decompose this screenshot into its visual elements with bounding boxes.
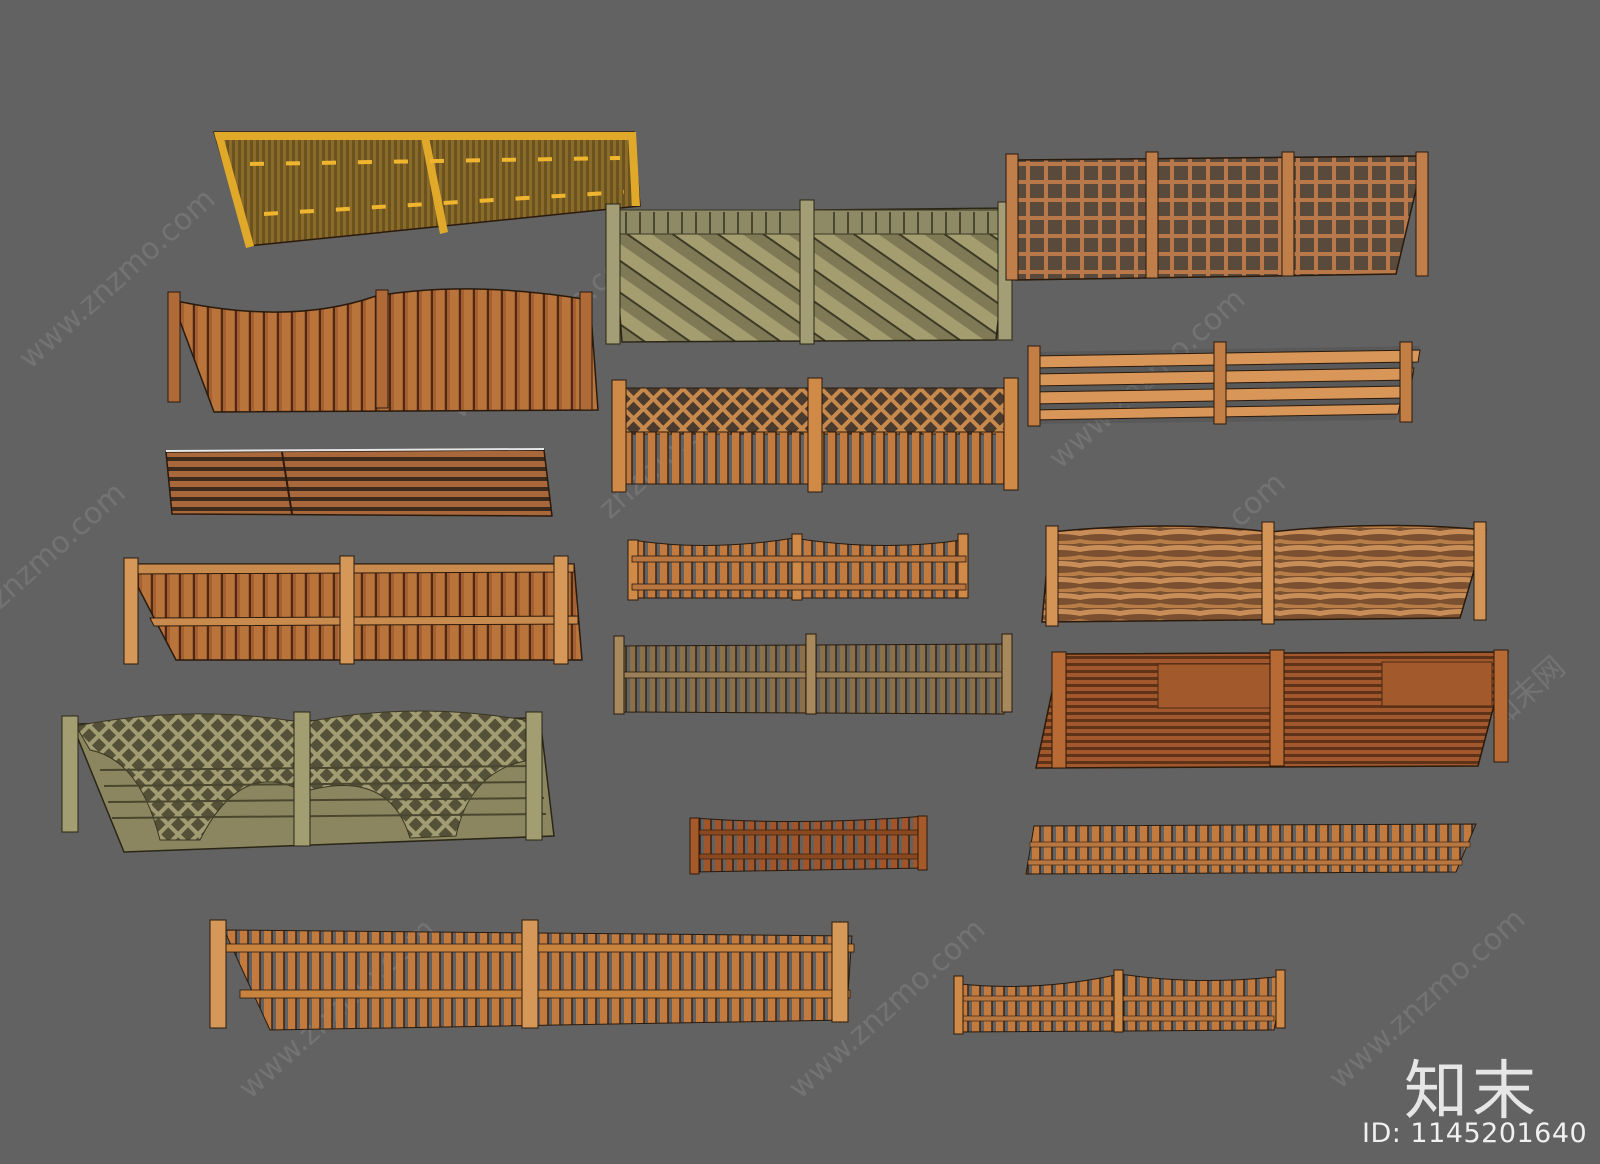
fence-scalloped-picket [627, 533, 969, 601]
fence-long-picket [1025, 823, 1477, 875]
watermark-text: znzmo.com [0, 475, 133, 616]
fence-boxed-vertical [123, 555, 583, 665]
fence-horizontal-slat [165, 448, 553, 517]
fence-sunburst-lattice [61, 710, 555, 853]
fence-diagonal-board [605, 199, 1013, 345]
fence-curved-top-vertical [167, 288, 599, 413]
fence-square-lattice [1005, 151, 1429, 281]
fence-short-picket [689, 815, 928, 875]
fence-round-pointed [613, 633, 1013, 715]
fence-curved-picket [953, 969, 1286, 1035]
fence-woven-wood [1041, 521, 1487, 627]
fence-bamboo-panel [212, 131, 641, 248]
asset-id-label: ID: 1145201640 [1362, 1118, 1588, 1149]
fence-lattice-top-picket [611, 377, 1019, 493]
fence-tall-picket [209, 919, 855, 1031]
fence-collection-scene: www.znzmo.com www.znzmo.com www.znzmo.co… [0, 131, 1572, 1106]
fence-louvered [1035, 649, 1509, 769]
fence-horizontal-rail [1027, 341, 1421, 427]
